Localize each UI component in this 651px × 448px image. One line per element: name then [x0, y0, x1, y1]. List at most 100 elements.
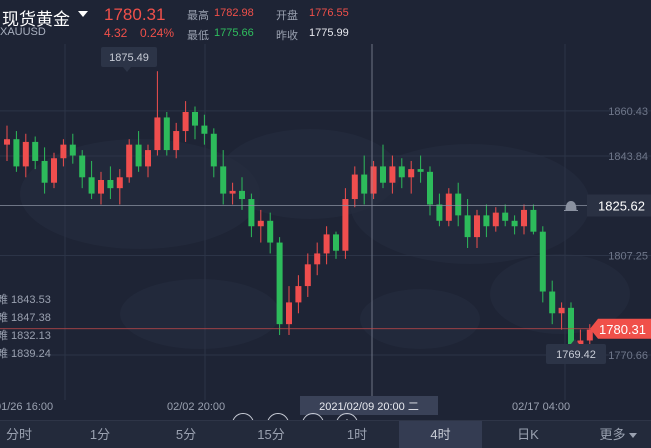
candle-body — [51, 158, 57, 183]
x-axis-tick-label: 01/26 16:00 — [0, 401, 53, 413]
last-price-label: 1780.31 — [599, 322, 646, 337]
low-callout-label: 1769.42 — [556, 349, 596, 361]
candle-body — [304, 264, 311, 287]
price-change: 4.32 — [104, 26, 128, 40]
ma-legend-value: 难 1832.13 — [0, 329, 51, 342]
tab-4[interactable]: 1时 — [330, 421, 384, 448]
crosshair-price-label: 1825.62 — [598, 199, 645, 214]
candle-body — [492, 212, 499, 227]
open-label: 开盘 — [276, 10, 298, 22]
kline-chart-svg[interactable]: 1860.43 1843.84 1807.25 1770.66 1825.62 1780.… — [0, 44, 651, 420]
candle-body — [32, 141, 39, 161]
ma-legend-value: 难 1847.38 — [0, 311, 51, 324]
candle-body — [417, 169, 424, 172]
candle-body — [549, 291, 556, 314]
tab-7[interactable]: 更多 — [585, 421, 651, 448]
candle-body — [267, 220, 274, 243]
candle-body — [182, 112, 189, 132]
tab-label: 分时 — [5, 427, 32, 442]
map-blob — [120, 279, 280, 349]
candle-body — [408, 169, 415, 178]
candle-body — [22, 141, 29, 167]
candle-body — [286, 302, 292, 325]
current-price: 1780.31 — [104, 5, 166, 24]
tab-label: 日K — [517, 427, 539, 442]
low-value: 1775.66 — [214, 27, 254, 39]
tab-6[interactable]: 日K — [498, 421, 558, 448]
ma-legend-value: 难 1843.53 — [0, 293, 51, 306]
candle-body — [342, 199, 349, 251]
candle-body — [126, 144, 133, 178]
candle-body — [361, 174, 368, 194]
candle-body — [483, 215, 490, 227]
tab-label: 1时 — [346, 427, 368, 442]
high-callout-label: 1875.49 — [109, 52, 149, 64]
candle-body — [323, 234, 330, 254]
y-axis-tick-label: 1807.25 — [608, 250, 648, 262]
candle-body — [539, 231, 546, 292]
high-label: 最高 — [187, 10, 209, 22]
candle-body — [502, 212, 509, 221]
quote-header: 现货黄金 XAUUSD 1780.31 4.32 0.24% 最高 1782.9… — [0, 0, 651, 44]
candle-body — [154, 117, 161, 151]
low-label: 最低 — [187, 30, 209, 42]
candle-body — [380, 166, 386, 183]
candle-body — [201, 125, 208, 134]
candle-body — [398, 166, 405, 178]
tab-0[interactable]: 分时 — [0, 421, 38, 448]
y-axis-tick-label: 1860.43 — [608, 106, 648, 118]
y-axis-tick-label: 1843.84 — [608, 151, 648, 163]
tab-2[interactable]: 5分 — [162, 421, 210, 448]
candle-body — [314, 253, 321, 265]
tab-5[interactable]: 4时 — [399, 421, 482, 448]
candle-body — [98, 180, 104, 194]
candle-body — [210, 133, 217, 167]
candle-body — [445, 193, 452, 221]
candle-body — [427, 171, 433, 205]
candle-body — [145, 150, 151, 167]
map-blob — [350, 144, 590, 264]
candle-body — [436, 204, 443, 221]
chevron-down-icon — [628, 433, 637, 439]
tab-label: 1分 — [89, 427, 111, 442]
candle-body — [239, 190, 245, 200]
chevron-down-icon[interactable] — [78, 11, 88, 17]
instrument-symbol: XAUUSD — [0, 26, 46, 38]
candle-body — [276, 242, 283, 325]
candle-body — [248, 199, 255, 227]
tab-label: 15分 — [257, 427, 285, 442]
candle-body — [229, 190, 236, 194]
candle-body — [530, 209, 537, 232]
candle-body — [455, 193, 462, 216]
open-value: 1776.55 — [309, 7, 349, 19]
candle-body — [4, 139, 10, 145]
candle-body — [107, 180, 114, 189]
prev-close-label: 昨收 — [276, 30, 298, 42]
price-change-percent: 0.24% — [140, 26, 175, 40]
candle-body — [69, 144, 76, 156]
high-value: 1782.98 — [214, 7, 254, 19]
candle-body — [586, 329, 593, 341]
candle-body — [173, 131, 180, 151]
x-axis-tick-label: 02/02 20:00 — [167, 401, 225, 413]
ma-legend-value: 难 1839.24 — [0, 347, 51, 360]
candle-body — [88, 177, 95, 194]
map-blob — [360, 289, 480, 349]
tab-1[interactable]: 1分 — [78, 421, 122, 448]
candle-body — [558, 307, 565, 314]
candle-body — [163, 117, 170, 151]
candle-body — [220, 166, 227, 194]
candle-body — [295, 286, 302, 303]
candle-body — [116, 177, 123, 189]
candle-body — [351, 174, 358, 200]
tab-3[interactable]: 15分 — [246, 421, 296, 448]
kline-chart[interactable]: 1860.43 1843.84 1807.25 1770.66 1825.62 1780.… — [0, 44, 651, 435]
candle-body — [370, 166, 377, 194]
candle-body — [135, 144, 142, 167]
candle-body — [79, 155, 86, 178]
candle-body — [60, 144, 67, 159]
y-axis-tick-label: 1770.66 — [608, 350, 648, 362]
tab-label: 4时 — [430, 427, 451, 442]
candle-body — [521, 209, 527, 227]
candle-body — [389, 166, 396, 183]
